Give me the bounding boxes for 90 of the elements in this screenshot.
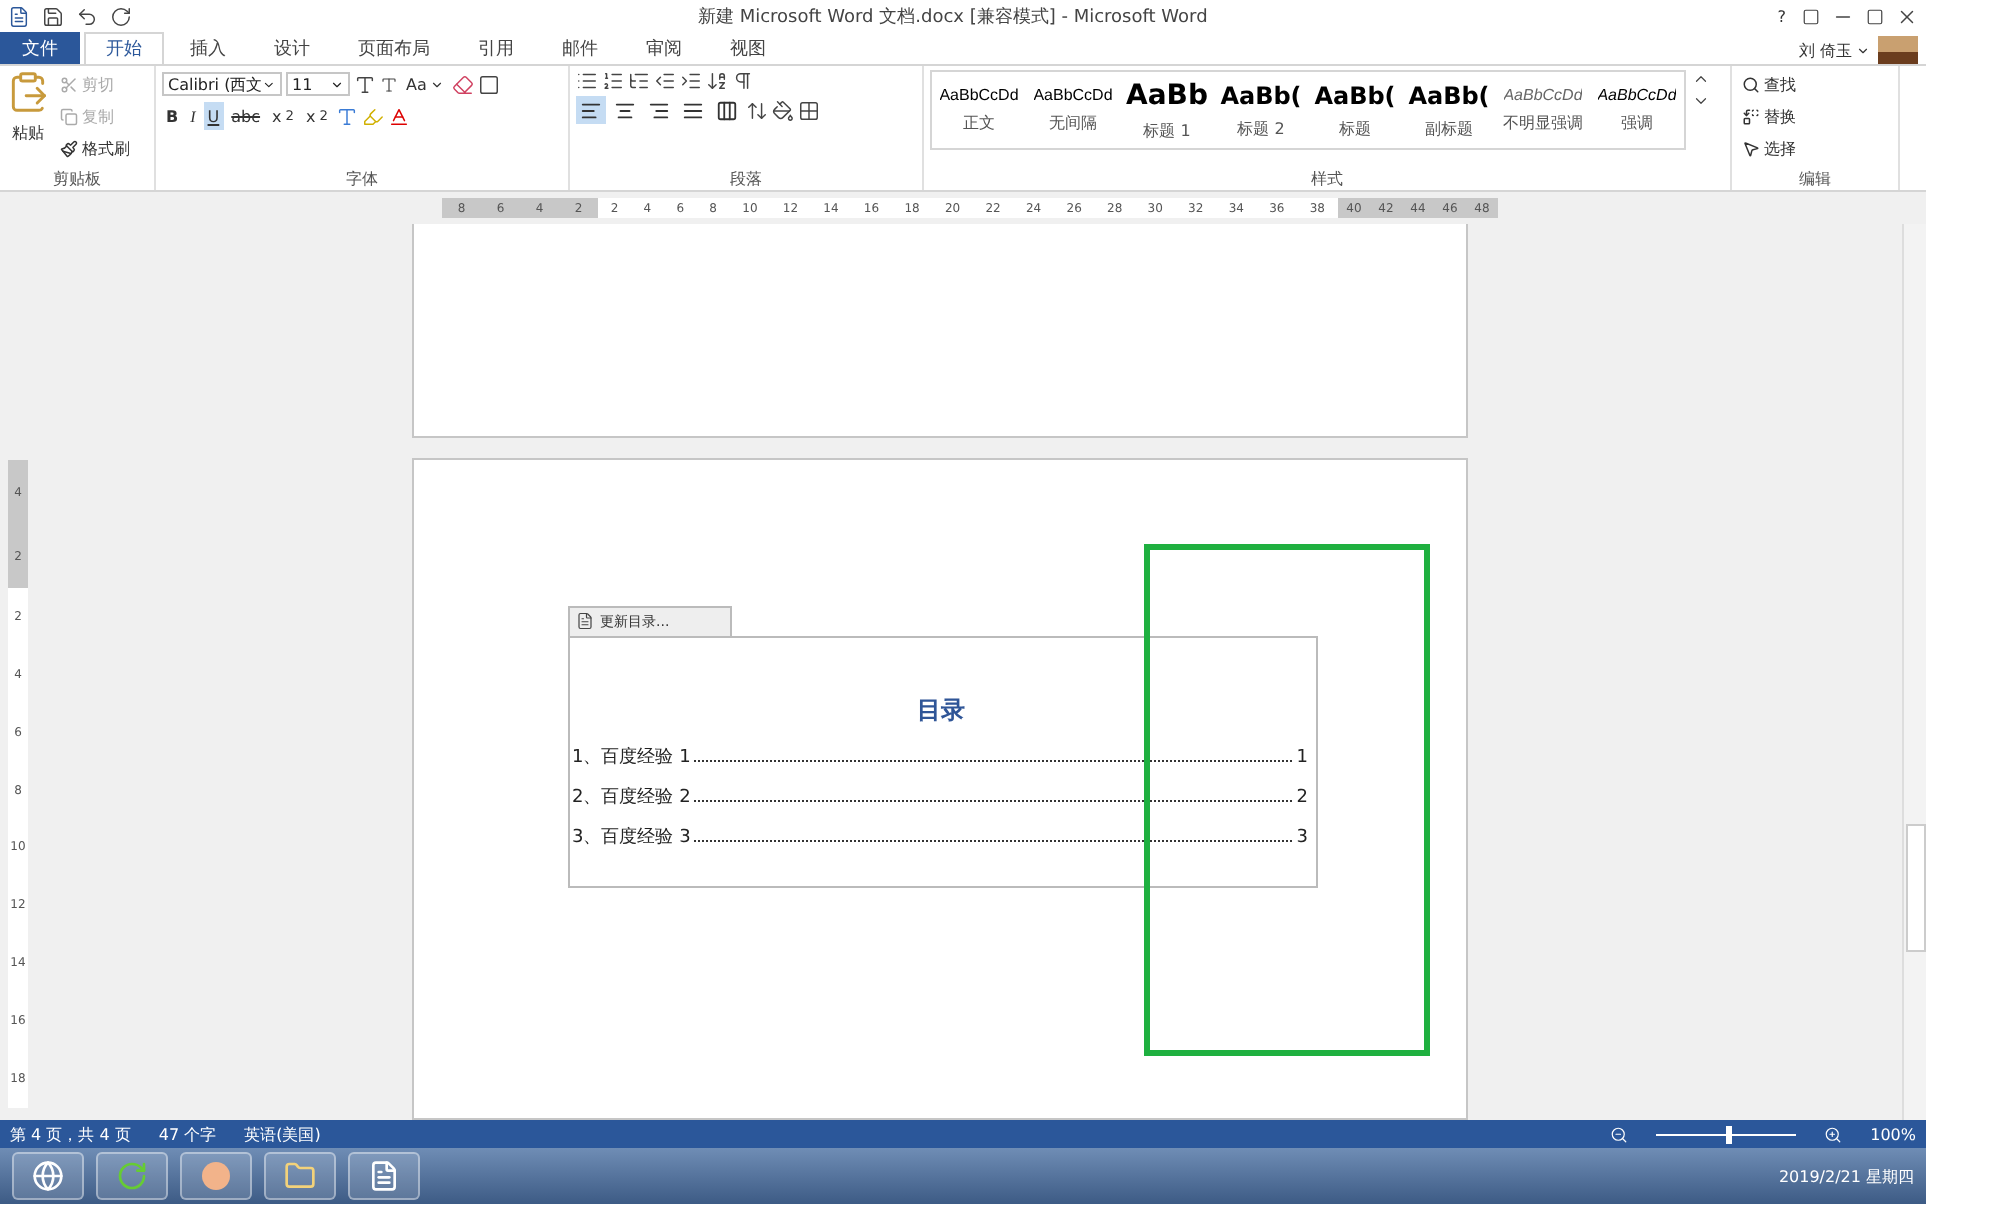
language: 英语(美国) bbox=[244, 1123, 321, 1145]
replace-icon bbox=[1742, 107, 1760, 125]
text-effect-icon[interactable] bbox=[336, 105, 358, 127]
grow-font-icon[interactable] bbox=[354, 73, 376, 95]
toc-title: 目录 bbox=[915, 693, 967, 727]
close-icon[interactable] bbox=[1896, 5, 1918, 27]
shrink-font-icon[interactable] bbox=[380, 75, 398, 93]
decrease-indent-icon[interactable] bbox=[654, 70, 676, 92]
toc-entry: 1、百度经验 1 bbox=[572, 745, 691, 769]
dropdown-icon bbox=[330, 77, 344, 91]
group-label: 字体 bbox=[344, 168, 380, 190]
shading-icon[interactable] bbox=[772, 99, 794, 121]
zoom-in-icon[interactable] bbox=[1824, 1125, 1843, 1143]
scroll-down-icon[interactable] bbox=[1692, 92, 1710, 110]
paste-icon[interactable] bbox=[6, 70, 50, 114]
format-button[interactable]: B bbox=[162, 102, 183, 130]
zoom-out-icon[interactable] bbox=[1610, 1125, 1629, 1143]
taskbar-app[interactable] bbox=[180, 1152, 252, 1200]
zoom-level: 100% bbox=[1870, 1125, 1916, 1143]
search-icon bbox=[1742, 75, 1760, 93]
circle-app-icon bbox=[200, 1160, 232, 1192]
toc-entry: 2、百度经验 2 bbox=[572, 785, 691, 809]
document-icon bbox=[368, 1160, 400, 1192]
ribbon-tab[interactable]: 开始 bbox=[84, 32, 164, 64]
ribbon-tab[interactable]: 设计 bbox=[252, 32, 332, 64]
taskbar-app[interactable] bbox=[96, 1152, 168, 1200]
line-spacing-icon[interactable] bbox=[746, 99, 768, 121]
dropdown-icon bbox=[262, 77, 276, 91]
find-button[interactable]: 查找 bbox=[1738, 70, 1800, 98]
scissors-icon bbox=[60, 75, 78, 93]
select-button[interactable]: 选择 bbox=[1738, 134, 1800, 162]
redo-icon[interactable] bbox=[110, 5, 132, 27]
page-number: 3 bbox=[1296, 827, 1308, 847]
format-button[interactable]: U bbox=[203, 102, 224, 130]
copy-icon bbox=[60, 107, 78, 125]
maximize-icon[interactable] bbox=[1866, 7, 1884, 25]
word-count: 47 个字 bbox=[158, 1123, 217, 1145]
dropdown-icon bbox=[430, 77, 445, 91]
cursor-icon bbox=[1742, 139, 1760, 157]
font-name-field[interactable]: Calibri (西文 bbox=[162, 72, 282, 96]
taskbar-app[interactable] bbox=[348, 1152, 420, 1200]
multilevel-list-icon[interactable] bbox=[628, 70, 650, 92]
taskbar-date: 2019/2/21 星期四 bbox=[1778, 1165, 1914, 1187]
ribbon-tab[interactable]: 插入 bbox=[168, 32, 248, 64]
ribbon-tab[interactable]: 视图 bbox=[708, 32, 788, 64]
folder-icon bbox=[284, 1160, 316, 1192]
group-label: 段落 bbox=[728, 168, 764, 190]
start-button[interactable] bbox=[12, 1152, 84, 1200]
user-account[interactable]: 刘 倚玉 bbox=[1794, 36, 1874, 64]
borders-icon[interactable] bbox=[798, 99, 820, 121]
page-number: 1 bbox=[1296, 747, 1308, 767]
paste-button[interactable]: 粘贴 bbox=[8, 118, 48, 146]
format-painter-button[interactable]: 格式刷 bbox=[56, 134, 134, 162]
ribbon-tab[interactable]: 引用 bbox=[456, 32, 536, 64]
refresh-icon bbox=[116, 1160, 148, 1192]
ribbon-tab[interactable]: 文件 bbox=[0, 32, 80, 64]
align-button[interactable] bbox=[712, 96, 742, 124]
group-label: 编辑 bbox=[1797, 168, 1833, 190]
paintbrush-icon bbox=[60, 139, 78, 157]
help-button[interactable]: ? bbox=[1773, 2, 1790, 30]
scrollbar[interactable] bbox=[1902, 224, 1926, 1120]
change-case-button[interactable]: Aa bbox=[402, 70, 449, 98]
sort-icon[interactable] bbox=[706, 70, 728, 92]
char-border-icon[interactable] bbox=[478, 73, 501, 95]
page-number: 2 bbox=[1296, 787, 1308, 807]
font-size-field[interactable]: 11 bbox=[286, 72, 350, 96]
increase-indent-icon[interactable] bbox=[680, 70, 702, 92]
window-title: 新建 Microsoft Word 文档.docx [兼容模式] - Microsoft Word bbox=[695, 5, 1210, 29]
ribbon-tab[interactable]: 审阅 bbox=[624, 32, 704, 64]
toc-entry: 3、百度经验 3 bbox=[572, 825, 691, 849]
taskbar-app[interactable] bbox=[264, 1152, 336, 1200]
replace-button[interactable]: 替换 bbox=[1738, 102, 1800, 130]
undo-icon[interactable] bbox=[76, 5, 98, 27]
ribbon-tab[interactable]: 页面布局 bbox=[336, 32, 452, 64]
font-color-icon[interactable] bbox=[388, 105, 410, 127]
toc-icon[interactable] bbox=[576, 612, 594, 630]
zoom-thumb[interactable] bbox=[1726, 1125, 1733, 1143]
align-button[interactable] bbox=[576, 96, 606, 124]
format-button[interactable]: I bbox=[186, 102, 200, 130]
clear-format-icon[interactable] bbox=[452, 73, 475, 95]
group-label: 样式 bbox=[1309, 168, 1345, 190]
group-label: 剪贴板 bbox=[51, 168, 103, 190]
format-button[interactable]: abc bbox=[227, 102, 265, 130]
numbering-icon[interactable] bbox=[602, 70, 624, 92]
scroll-up-icon[interactable] bbox=[1692, 70, 1710, 88]
show-marks-icon[interactable] bbox=[732, 70, 754, 92]
page-count: 第 4 页，共 4 页 bbox=[10, 1123, 131, 1145]
dropdown-icon bbox=[1856, 43, 1870, 57]
ribbon-tab[interactable]: 邮件 bbox=[540, 32, 620, 64]
save-icon[interactable] bbox=[42, 5, 64, 27]
